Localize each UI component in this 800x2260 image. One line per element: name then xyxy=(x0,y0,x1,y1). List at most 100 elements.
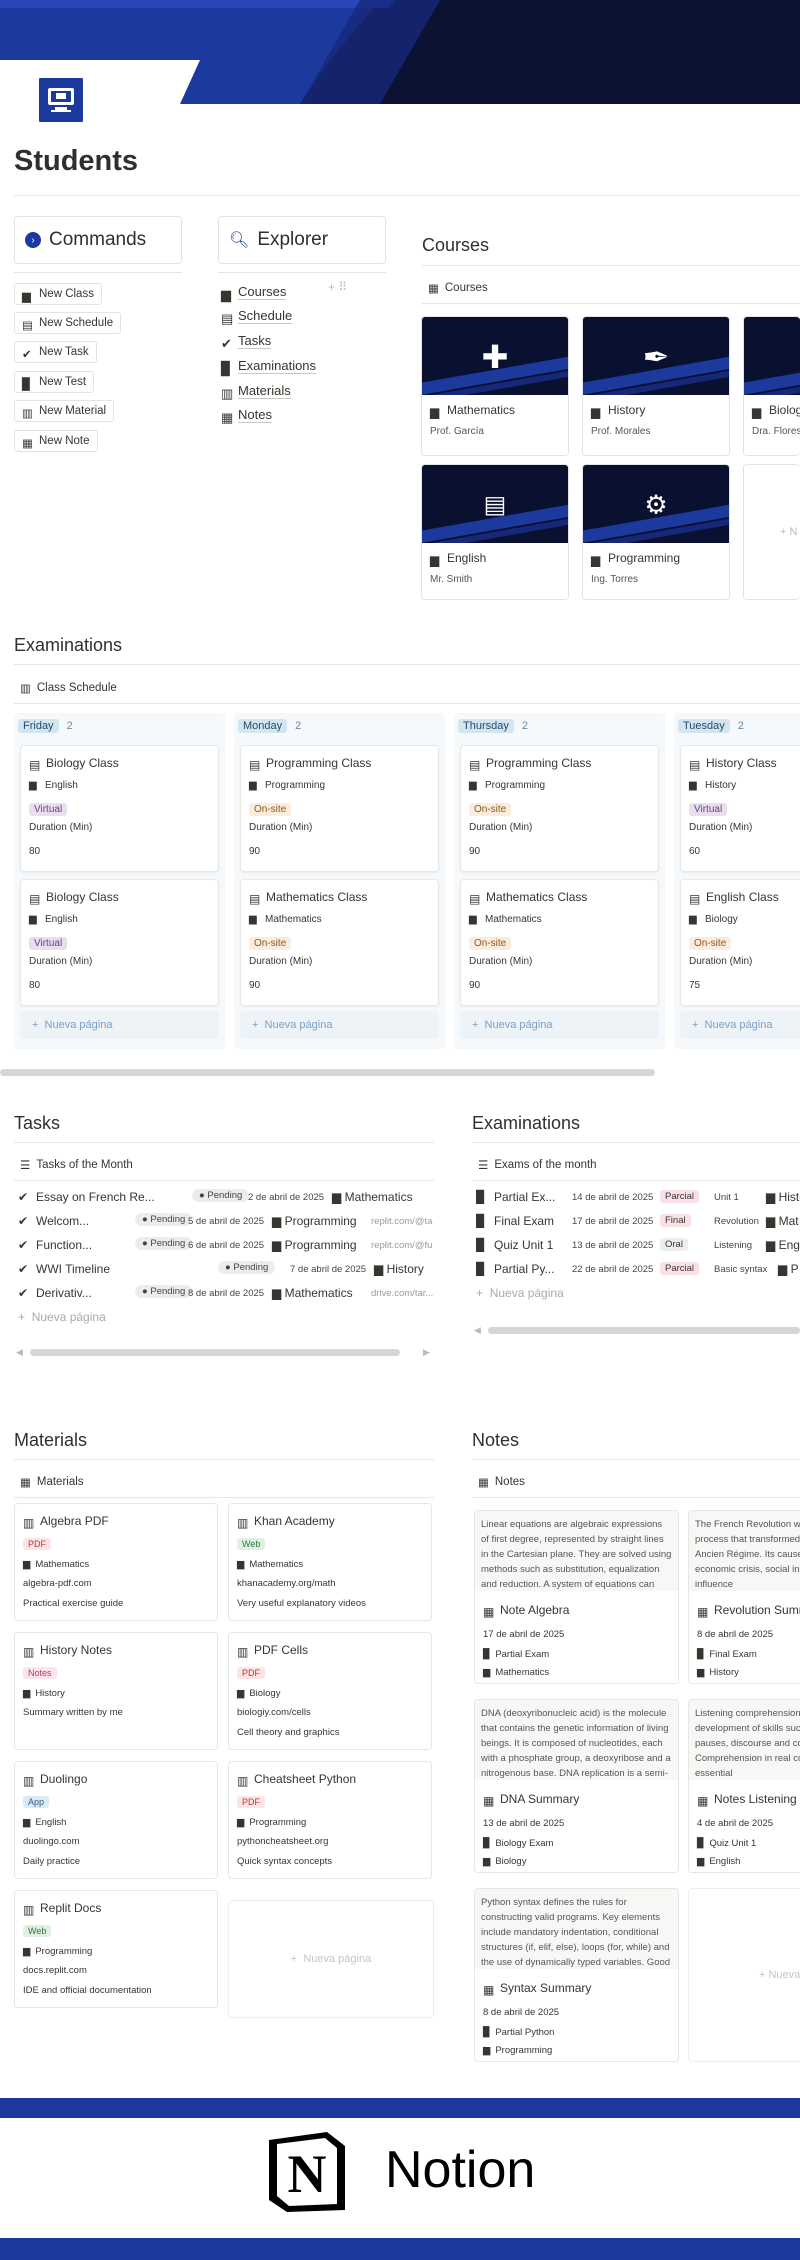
schedule-view-tab[interactable]: ▥ Class Schedule xyxy=(20,681,117,695)
day-tag: Friday xyxy=(18,719,59,733)
notes-heading: Notes xyxy=(472,1430,520,1450)
exam-row[interactable]: ▉ Partial Py... 22 de abril de 2025 Parc… xyxy=(476,1259,800,1279)
course-card-english[interactable]: ▤ ▆ English Mr. Smith xyxy=(421,464,569,600)
document-icon: ▉ xyxy=(697,1838,705,1849)
calendar-icon: ▤ xyxy=(29,757,41,772)
task-row[interactable]: ✔ Welcom... ● Pending 5 de abril de 2025… xyxy=(18,1211,434,1231)
exam-date: 13 de abril de 2025 xyxy=(572,1240,654,1251)
card-title: Mathematics Class xyxy=(486,890,588,904)
card-title: Biology Class xyxy=(46,756,119,770)
note-preview: DNA (deoxyribonucleic acid) is the molec… xyxy=(475,1700,678,1780)
material-name: Algebra PDF xyxy=(40,1514,109,1528)
material-card[interactable]: ▥ History Notes Notes ▆ History Summary wr… xyxy=(14,1632,218,1750)
exam-row[interactable]: ▉ Partial Ex... 14 de abril de 2025 Parc… xyxy=(476,1187,800,1207)
material-link[interactable]: algebra-pdf.com xyxy=(23,1578,92,1589)
explorer-link-tasks[interactable]: ✔ Tasks xyxy=(221,333,272,351)
note-card[interactable]: DNA (deoxyribonucleic acid) is the molec… xyxy=(474,1699,679,1873)
material-card[interactable]: ▥ PDF Cells PDF ▆ Biology biologiy.com/cel… xyxy=(228,1632,432,1750)
new-class-button[interactable]: ▆ New Class xyxy=(14,283,102,305)
schedule-column: Thursday 2 ▤ Programming Class ▆ Programming… xyxy=(454,713,665,1049)
schedule-card[interactable]: ▤ Mathematics Class ▆ Mathematics On-site … xyxy=(460,879,659,1006)
course-card-biology[interactable]: ▆ Biolog Dra. Flores xyxy=(743,316,800,456)
note-card[interactable]: The French Revolution was a political pr… xyxy=(688,1510,800,1684)
task-link[interactable]: drive.com/tar... xyxy=(371,1288,434,1299)
notion-logo-icon: N xyxy=(265,2126,353,2214)
new-course-button[interactable]: + N xyxy=(743,464,800,600)
schedule-card[interactable]: ▤ English Class ▆ Biology On-site Duration… xyxy=(680,879,800,1006)
tasks-view-tab[interactable]: ☰ Tasks of the Month xyxy=(20,1158,133,1172)
note-card[interactable]: Listening comprehension is key to the de… xyxy=(688,1699,800,1873)
schedule-card[interactable]: ▤ Biology Class ▆ English Virtual Duration… xyxy=(20,745,219,872)
status-pill: ● Pending xyxy=(135,1285,193,1298)
material-link[interactable]: pythoncheatsheet.org xyxy=(237,1836,328,1847)
materials-view-tab[interactable]: ▦ Materials xyxy=(20,1475,84,1489)
book-icon: ▥ xyxy=(23,1902,35,1917)
column-count: 2 xyxy=(66,720,73,732)
new-test-button[interactable]: ▉ New Test xyxy=(14,371,95,393)
task-link[interactable]: replit.com/@fu xyxy=(371,1240,434,1251)
material-card[interactable]: ▥ Cheatsheet Python PDF ▆ Programming pyth… xyxy=(228,1761,432,1879)
new-schedule-button[interactable]: ▤ New Schedule xyxy=(14,312,122,334)
course-card-history[interactable]: ✒ ▆ History Prof. Morales xyxy=(582,316,730,456)
explorer-link-courses[interactable]: ▆ Courses xyxy=(221,284,287,302)
add-page-button[interactable]: + Nueva página xyxy=(240,1011,439,1039)
course-card-programming[interactable]: ⚙ ▆ Programming Ing. Torres xyxy=(582,464,730,600)
courses-view-tab[interactable]: ▦ Courses xyxy=(428,281,488,295)
task-row[interactable]: ✔ Essay on French Re... ● Pending 2 de a… xyxy=(18,1187,434,1207)
task-row[interactable]: ✔ Derivativ... ● Pending 8 de abril de 2… xyxy=(18,1283,434,1303)
check-circle-icon: ✔ xyxy=(221,335,232,351)
schedule-card[interactable]: ▤ Programming Class ▆ Programming On-site … xyxy=(240,745,439,872)
material-card[interactable]: ▥ Algebra PDF PDF ▆ Mathematics algebra-pd… xyxy=(14,1503,218,1621)
tasks-scrollbar[interactable] xyxy=(30,1349,400,1356)
new-note-button[interactable]: ▦ New Note xyxy=(14,430,98,452)
add-page-button[interactable]: + Nueva página xyxy=(20,1011,219,1039)
new-material-button[interactable]: ▥ New Material xyxy=(14,400,115,422)
column-count: 2 xyxy=(737,720,744,732)
material-link[interactable]: duolingo.com xyxy=(23,1836,80,1847)
add-page-button[interactable]: + Nueva página xyxy=(680,1011,800,1039)
task-row[interactable]: ✔ WWI Timeline ● Pending 7 de abril de 2… xyxy=(18,1259,434,1279)
note-card[interactable]: Python syntax defines the rules for cons… xyxy=(474,1888,679,2062)
exam-row[interactable]: ▉ Final Exam 17 de abril de 2025 Final R… xyxy=(476,1211,800,1231)
exams-scrollbar[interactable] xyxy=(488,1327,800,1334)
exams-view-tab[interactable]: ☰ Exams of the month xyxy=(478,1158,597,1172)
material-card[interactable]: ▥ Replit Docs Web ▆ Programming docs.repli… xyxy=(14,1890,218,2008)
horizontal-scrollbar[interactable] xyxy=(0,1069,655,1076)
material-card[interactable]: ▥ Duolingo App ▆ English duolingo.com Dail… xyxy=(14,1761,218,1879)
schedule-card[interactable]: ▤ Biology Class ▆ English Virtual Duration… xyxy=(20,879,219,1006)
schedule-card[interactable]: ▤ History Class ▆ History Virtual Duration… xyxy=(680,745,800,872)
card-title: History Class xyxy=(706,756,777,770)
notes-view-tab[interactable]: ▦ Notes xyxy=(478,1475,525,1489)
notes-new-card[interactable]: + Nueva p xyxy=(688,1888,800,2062)
material-link[interactable]: khanacademy.org/math xyxy=(237,1578,336,1589)
tasks-add-row[interactable]: + Nueva página xyxy=(18,1310,106,1324)
explorer-link-notes[interactable]: ▦ Notes xyxy=(221,407,272,425)
calendar-icon: ▤ xyxy=(22,319,33,332)
add-page-button[interactable]: + Nueva página xyxy=(460,1011,659,1039)
note-exam: Quiz Unit 1 xyxy=(709,1838,757,1849)
new-task-button[interactable]: ✔ New Task xyxy=(14,341,97,363)
note-card[interactable]: Linear equations are algebraic expressio… xyxy=(474,1510,679,1684)
add-drag-handle[interactable]: + ⠿ xyxy=(328,280,347,294)
material-link[interactable]: biologiy.com/cells xyxy=(237,1707,311,1718)
course-card-mathematics[interactable]: ✚ ▆ Mathematics Prof. García xyxy=(421,316,569,456)
task-link[interactable]: replit.com/@ta xyxy=(371,1216,434,1227)
material-link[interactable]: docs.replit.com xyxy=(23,1965,87,1976)
note-icon: ▦ xyxy=(697,1793,709,1808)
explorer-link-schedule[interactable]: ▤ Schedule xyxy=(221,308,293,326)
material-description: Very useful explanatory videos xyxy=(237,1598,366,1609)
note-date: 13 de abril de 2025 xyxy=(483,1818,565,1829)
explorer-link-examinations[interactable]: ▉ Examinations xyxy=(221,358,317,376)
material-card[interactable]: ▥ Khan Academy Web ▆ Mathematics khanacade… xyxy=(228,1503,432,1621)
materials-new-card[interactable]: + Nueva página xyxy=(228,1900,434,2018)
explorer-link-materials[interactable]: ▥ Materials xyxy=(221,383,291,401)
column-header: Thursday 2 xyxy=(454,713,665,739)
schedule-card[interactable]: ▤ Mathematics Class ▆ Mathematics On-site … xyxy=(240,879,439,1006)
exam-row[interactable]: ▉ Quiz Unit 1 13 de abril de 2025 Oral L… xyxy=(476,1235,800,1255)
duration-label: Duration (Min) xyxy=(689,822,753,833)
exams-add-row[interactable]: + Nueva página xyxy=(476,1286,564,1300)
schedule-card[interactable]: ▤ Programming Class ▆ Programming On-site … xyxy=(460,745,659,872)
task-row[interactable]: ✔ Function... ● Pending 6 de abril de 20… xyxy=(18,1235,434,1255)
exam-topic: Listening xyxy=(714,1240,753,1251)
book-icon: ▥ xyxy=(22,407,33,420)
